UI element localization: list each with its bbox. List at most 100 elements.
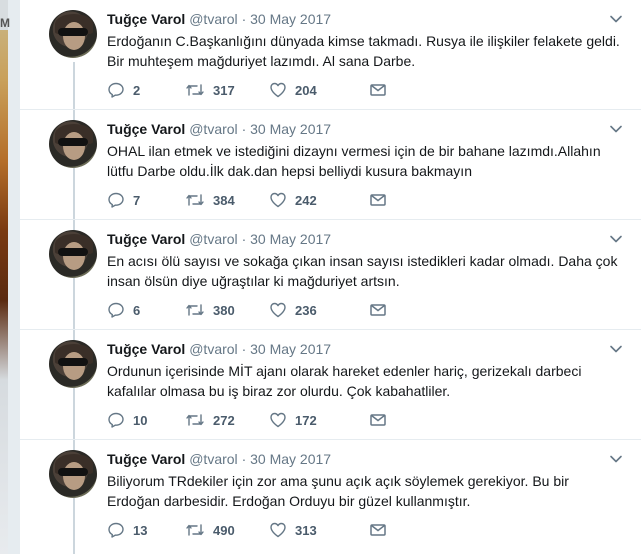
- author-name[interactable]: Tuğçe Varol: [107, 11, 185, 27]
- retweet-count: 272: [213, 412, 235, 428]
- heart-icon: [270, 302, 286, 318]
- author-handle[interactable]: @tvarol: [189, 121, 237, 137]
- tweet-actions: 6 380 236: [107, 300, 427, 320]
- avatar[interactable]: [49, 10, 97, 58]
- reply-count: 10: [133, 412, 148, 428]
- reply-button[interactable]: 7: [107, 190, 140, 210]
- tweet-actions: 10 272 172: [107, 410, 427, 430]
- author-handle[interactable]: @tvarol: [189, 341, 237, 357]
- retweet-icon: [186, 524, 204, 536]
- separator-dot: ·: [241, 451, 247, 467]
- tweet[interactable]: Tuğçe Varol @tvarol · 30 May 2017 Ordunu…: [20, 330, 641, 440]
- avatar[interactable]: [49, 230, 97, 278]
- heart-icon: [270, 412, 286, 428]
- direct-message-button[interactable]: [369, 300, 387, 320]
- tweet-header: Tuğçe Varol @tvarol · 30 May 2017: [107, 230, 331, 248]
- reply-icon: [108, 82, 124, 98]
- tweet[interactable]: Tuğçe Varol @tvarol · 30 May 2017 OHAL i…: [20, 110, 641, 220]
- direct-message-button[interactable]: [369, 410, 387, 430]
- tweet-date[interactable]: 30 May 2017: [250, 11, 331, 27]
- direct-message-button[interactable]: [369, 520, 387, 540]
- retweet-count: 380: [213, 302, 235, 318]
- separator-dot: ·: [241, 121, 247, 137]
- tweet-date[interactable]: 30 May 2017: [250, 231, 331, 247]
- like-button[interactable]: 236: [269, 300, 317, 320]
- reply-count: 13: [133, 522, 148, 538]
- reply-icon: [108, 192, 124, 208]
- tweet-actions: 13 490 313: [107, 520, 427, 540]
- envelope-icon: [370, 84, 386, 96]
- like-button[interactable]: 204: [269, 80, 317, 100]
- like-button[interactable]: 313: [269, 520, 317, 540]
- heart-icon: [270, 82, 286, 98]
- chevron-down-icon[interactable]: [609, 122, 623, 136]
- chevron-down-icon[interactable]: [609, 232, 623, 246]
- envelope-icon: [370, 194, 386, 206]
- like-count: 172: [295, 412, 317, 428]
- tweet-date[interactable]: 30 May 2017: [250, 121, 331, 137]
- tweet-text-line: insan ölsün diye uğraştılar ki mağduriye…: [107, 273, 400, 289]
- author-handle[interactable]: @tvarol: [189, 451, 237, 467]
- chevron-down-icon[interactable]: [609, 342, 623, 356]
- like-count: 204: [295, 82, 317, 98]
- direct-message-button[interactable]: [369, 80, 387, 100]
- reply-button[interactable]: 10: [107, 410, 147, 430]
- tweet-actions: 7 384 242: [107, 190, 427, 210]
- tweet-text: OHAL ilan etmek ve istediğini dizaynı ve…: [107, 141, 627, 181]
- reply-count: 7: [133, 192, 141, 208]
- retweet-icon: [186, 414, 204, 426]
- retweet-button[interactable]: 317: [185, 80, 235, 100]
- avatar[interactable]: [49, 340, 97, 388]
- direct-message-button[interactable]: [369, 190, 387, 210]
- like-button[interactable]: 242: [269, 190, 317, 210]
- like-count: 242: [295, 192, 317, 208]
- retweet-button[interactable]: 384: [185, 190, 235, 210]
- author-name[interactable]: Tuğçe Varol: [107, 451, 185, 467]
- tweet-text-line: Erdoğanın C.Başkanlığını dünyada kimse t…: [107, 33, 620, 49]
- retweet-button[interactable]: 490: [185, 520, 235, 540]
- tweet-header: Tuğçe Varol @tvarol · 30 May 2017: [107, 340, 331, 358]
- reply-button[interactable]: 6: [107, 300, 140, 320]
- background-page-strip: M: [0, 0, 10, 554]
- avatar[interactable]: [49, 120, 97, 168]
- avatar[interactable]: [49, 450, 97, 498]
- retweet-button[interactable]: 380: [185, 300, 235, 320]
- reply-button[interactable]: 2: [107, 80, 140, 100]
- envelope-icon: [370, 304, 386, 316]
- heart-icon: [270, 192, 286, 208]
- tweet-date[interactable]: 30 May 2017: [250, 451, 331, 467]
- reply-count: 6: [133, 302, 141, 318]
- tweet-date[interactable]: 30 May 2017: [250, 341, 331, 357]
- reply-count: 2: [133, 82, 141, 98]
- tweet-text: En acısı ölü sayısı ve sokağa çıkan insa…: [107, 251, 627, 291]
- like-count: 313: [295, 522, 317, 538]
- retweet-count: 317: [213, 82, 235, 98]
- author-handle[interactable]: @tvarol: [189, 231, 237, 247]
- tweet[interactable]: Tuğçe Varol @tvarol · 30 May 2017 En acı…: [20, 220, 641, 330]
- author-name[interactable]: Tuğçe Varol: [107, 231, 185, 247]
- tweet-header: Tuğçe Varol @tvarol · 30 May 2017: [107, 10, 331, 28]
- side-fragment-text: M: [0, 16, 10, 30]
- like-button[interactable]: 172: [269, 410, 317, 430]
- tweet-header: Tuğçe Varol @tvarol · 30 May 2017: [107, 450, 331, 468]
- tweet-text: Ordunun içerisinde MİT ajanı olarak hare…: [107, 361, 627, 401]
- tweet[interactable]: Tuğçe Varol @tvarol · 30 May 2017 Erdoğa…: [20, 0, 641, 110]
- retweet-button[interactable]: 272: [185, 410, 235, 430]
- tweet-text-line: Bir muhteşem mağduriyet lazımdı. Al sana…: [107, 53, 416, 69]
- tweet-text-line: Ordunun içerisinde MİT ajanı olarak hare…: [107, 363, 582, 379]
- author-name[interactable]: Tuğçe Varol: [107, 341, 185, 357]
- tweet[interactable]: Tuğçe Varol @tvarol · 30 May 2017 Biliyo…: [20, 440, 641, 550]
- chevron-down-icon[interactable]: [609, 12, 623, 26]
- author-name[interactable]: Tuğçe Varol: [107, 121, 185, 137]
- tweet-text-line: En acısı ölü sayısı ve sokağa çıkan insa…: [107, 253, 618, 269]
- tweet-header: Tuğçe Varol @tvarol · 30 May 2017: [107, 120, 331, 138]
- tweet-text-line: lütfu Darbe oldu.İlk dak.dan hepsi belli…: [107, 163, 472, 179]
- reply-icon: [108, 522, 124, 538]
- author-handle[interactable]: @tvarol: [189, 11, 237, 27]
- tweet-text-line: kafalılar olmasa bu iş biraz zor olurdu.…: [107, 383, 451, 399]
- tweet-text: Biliyorum TRdekiler için zor ama şunu aç…: [107, 471, 627, 511]
- separator-dot: ·: [241, 231, 247, 247]
- retweet-count: 384: [213, 192, 235, 208]
- chevron-down-icon[interactable]: [609, 452, 623, 466]
- reply-button[interactable]: 13: [107, 520, 147, 540]
